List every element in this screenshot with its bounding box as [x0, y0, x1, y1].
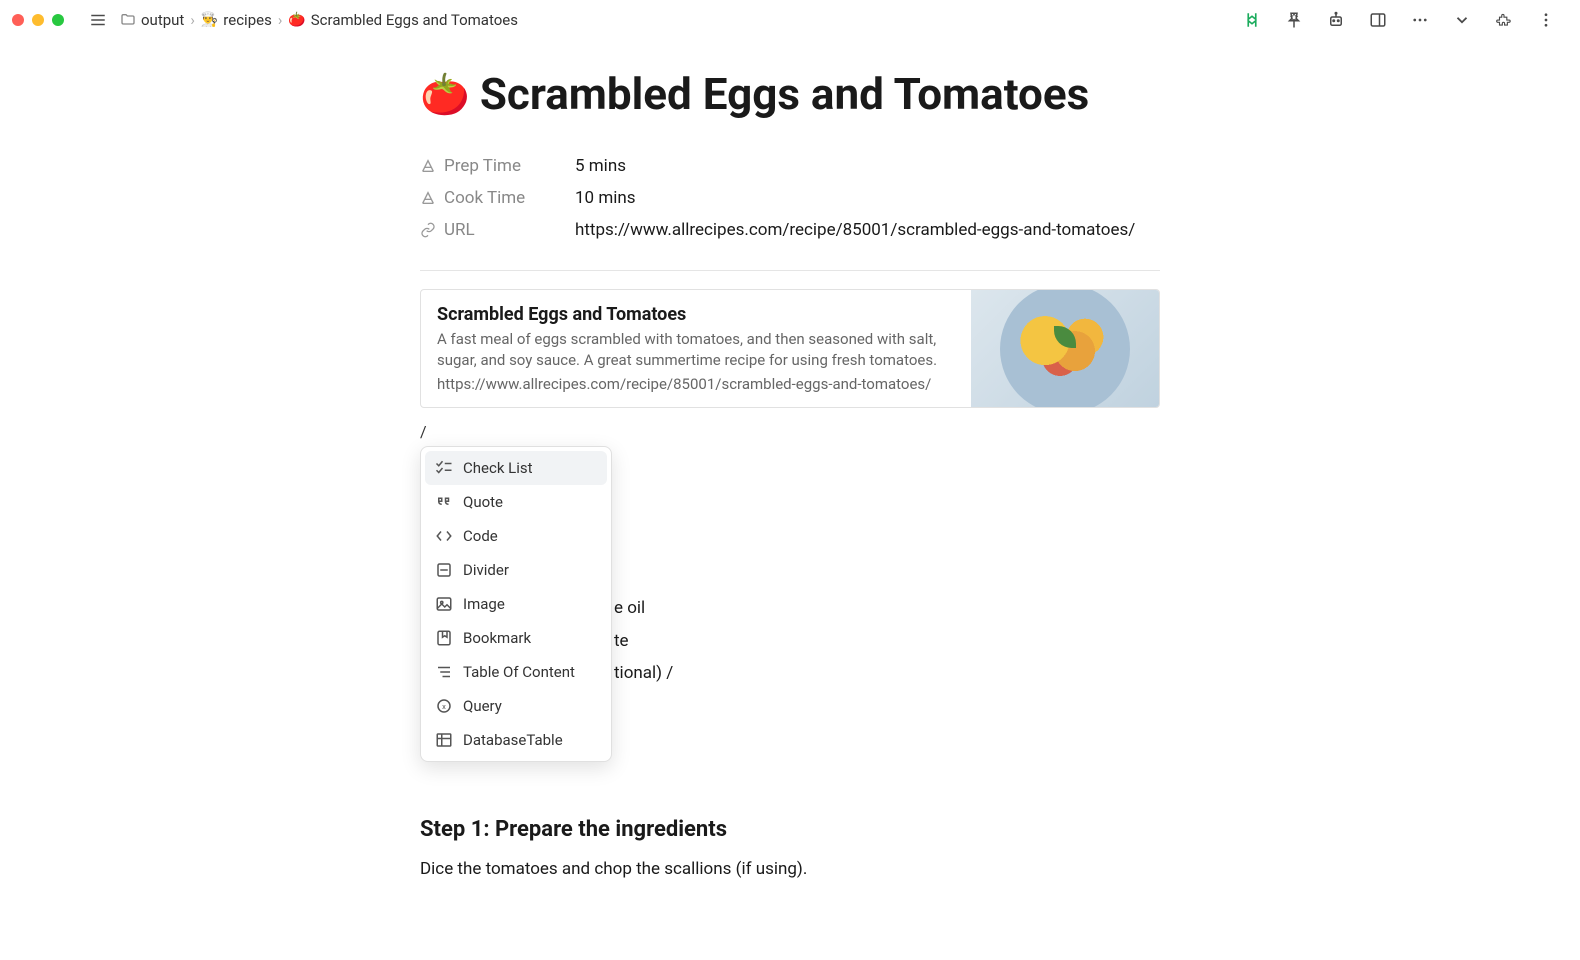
breadcrumb-level2[interactable]: 👨‍🍳 recipes	[201, 11, 272, 29]
slash-item-label: Bookmark	[463, 629, 531, 647]
divider-icon	[435, 561, 453, 579]
sync-button[interactable]	[1238, 6, 1266, 34]
panel-toggle-button[interactable]	[1364, 6, 1392, 34]
window-controls	[12, 14, 64, 26]
slash-item-database-table[interactable]: DatabaseTable	[425, 723, 607, 757]
image-icon	[435, 595, 453, 613]
page-title[interactable]: 🍅 Scrambled Eggs and Tomatoes	[420, 68, 1160, 120]
folder-icon	[120, 12, 136, 28]
breadcrumb-level2-label: recipes	[223, 11, 272, 29]
properties-divider	[420, 270, 1160, 271]
code-icon	[435, 527, 453, 545]
slash-command-input[interactable]: /	[420, 420, 1160, 443]
minimize-window-button[interactable]	[32, 14, 44, 26]
slash-item-label: Check List	[463, 459, 533, 477]
bookmark-url: https://www.allrecipes.com/recipe/85001/…	[437, 375, 955, 393]
robot-button[interactable]	[1322, 6, 1350, 34]
titlebar: output › 👨‍🍳 recipes › 🍅 Scrambled Eggs …	[0, 0, 1580, 40]
prop-value: https://www.allrecipes.com/recipe/85001/…	[575, 220, 1135, 240]
breadcrumb-root-label: output	[141, 11, 184, 29]
pin-button[interactable]	[1280, 6, 1308, 34]
maximize-window-button[interactable]	[52, 14, 64, 26]
breadcrumb-root[interactable]: output	[120, 11, 184, 29]
bookmark-title: Scrambled Eggs and Tomatoes	[437, 304, 955, 325]
query-icon: x	[435, 697, 453, 715]
slash-item-divider[interactable]: Divider	[425, 553, 607, 587]
breadcrumb-leaf[interactable]: 🍅 Scrambled Eggs and Tomatoes	[288, 11, 518, 29]
page-emoji: 🍅	[420, 71, 470, 118]
breadcrumb-level2-emoji: 👨‍🍳	[201, 12, 218, 28]
slash-item-check-list[interactable]: Check List	[425, 451, 607, 485]
breadcrumb: output › 👨‍🍳 recipes › 🍅 Scrambled Eggs …	[120, 11, 518, 29]
breadcrumb-leaf-emoji: 🍅	[288, 12, 305, 28]
text-property-icon	[420, 190, 436, 206]
slash-menu: Check List Quote Code Divider Image Book…	[420, 446, 612, 762]
bookmark-card[interactable]: Scrambled Eggs and Tomatoes A fast meal …	[420, 289, 1160, 408]
prop-value: 10 mins	[575, 188, 636, 208]
slash-item-label: Divider	[463, 561, 509, 579]
link-property-icon	[420, 222, 436, 238]
chevron-right-icon: ›	[190, 11, 195, 29]
extension-button[interactable]	[1490, 6, 1518, 34]
page-content: 🍅 Scrambled Eggs and Tomatoes Prep Time …	[420, 40, 1160, 923]
prop-label: Cook Time	[444, 188, 525, 208]
slash-item-toc[interactable]: Table Of Content	[425, 655, 607, 689]
slash-item-quote[interactable]: Quote	[425, 485, 607, 519]
slash-item-label: Image	[463, 595, 505, 613]
slash-item-bookmark[interactable]: Bookmark	[425, 621, 607, 655]
database-table-icon	[435, 731, 453, 749]
slash-item-query[interactable]: x Query	[425, 689, 607, 723]
toolbar-right	[1238, 6, 1568, 34]
slash-item-label: Query	[463, 697, 502, 715]
kebab-button[interactable]	[1532, 6, 1560, 34]
prop-row-cook-time[interactable]: Cook Time 10 mins	[420, 182, 1160, 214]
prop-row-url[interactable]: URL https://www.allrecipes.com/recipe/85…	[420, 214, 1160, 246]
svg-text:x: x	[442, 702, 446, 711]
prop-row-prep-time[interactable]: Prep Time 5 mins	[420, 150, 1160, 182]
slash-item-image[interactable]: Image	[425, 587, 607, 621]
bookmark-thumbnail	[971, 290, 1159, 407]
slash-item-label: DatabaseTable	[463, 731, 563, 749]
slash-item-label: Table Of Content	[463, 663, 575, 681]
chevron-down-button[interactable]	[1448, 6, 1476, 34]
prop-label: URL	[444, 220, 475, 240]
check-list-icon	[435, 459, 453, 477]
slash-item-label: Code	[463, 527, 498, 545]
toc-icon	[435, 663, 453, 681]
chevron-right-icon: ›	[278, 11, 283, 29]
prop-value: 5 mins	[575, 156, 626, 176]
slash-item-code[interactable]: Code	[425, 519, 607, 553]
text-property-icon	[420, 158, 436, 174]
page-properties: Prep Time 5 mins Cook Time 10 mins URL h…	[420, 150, 1160, 246]
more-button[interactable]	[1406, 6, 1434, 34]
prop-label: Prep Time	[444, 156, 521, 176]
close-window-button[interactable]	[12, 14, 24, 26]
bookmark-icon	[435, 629, 453, 647]
slash-item-label: Quote	[463, 493, 503, 511]
quote-icon	[435, 493, 453, 511]
step-1-body[interactable]: Dice the tomatoes and chop the scallions…	[420, 856, 1160, 883]
page-title-text: Scrambled Eggs and Tomatoes	[480, 68, 1089, 120]
bookmark-description: A fast meal of eggs scrambled with tomat…	[437, 329, 955, 371]
step-1-heading[interactable]: Step 1: Prepare the ingredients	[420, 817, 1160, 842]
breadcrumb-leaf-label: Scrambled Eggs and Tomatoes	[311, 11, 518, 29]
menu-toggle-button[interactable]	[84, 6, 112, 34]
